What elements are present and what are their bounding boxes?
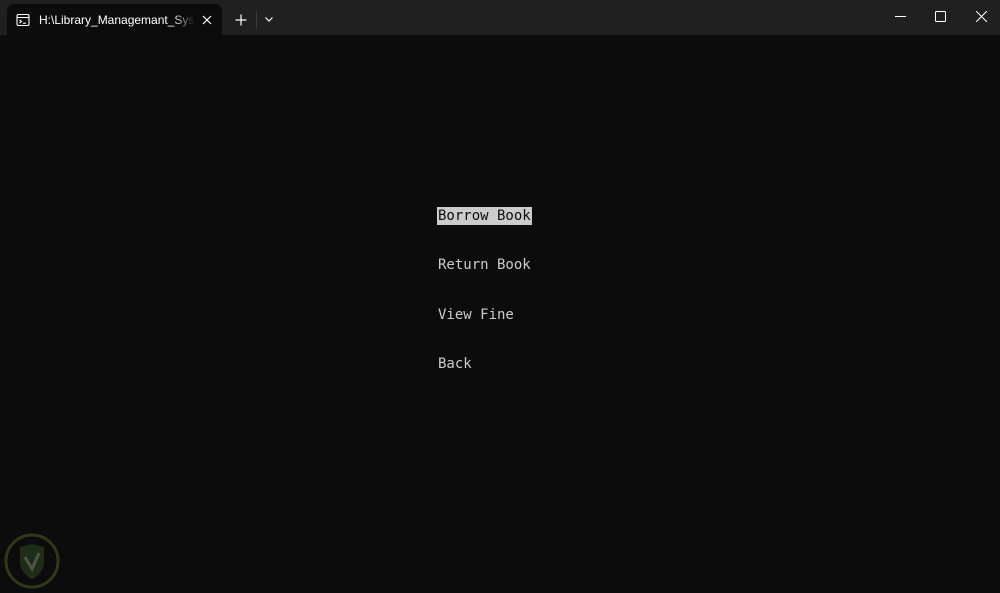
minimize-icon xyxy=(895,16,906,17)
close-icon xyxy=(976,11,987,22)
menu-item-view-fine[interactable]: View Fine xyxy=(437,306,515,324)
title-bar: H:\Library_Managemant_System xyxy=(0,0,1000,35)
tab-title: H:\Library_Managemant_System xyxy=(39,13,195,27)
shield-watermark-icon xyxy=(4,533,60,589)
menu-item-back[interactable]: Back xyxy=(437,355,473,373)
maximize-button[interactable] xyxy=(917,0,963,33)
menu-item-borrow-book[interactable]: Borrow Book xyxy=(437,207,532,225)
maximize-icon xyxy=(935,11,946,22)
menu-item-return-book[interactable]: Return Book xyxy=(437,256,532,274)
tab-library-management[interactable]: H:\Library_Managemant_System xyxy=(7,4,222,35)
terminal-output[interactable]: Borrow Book Return Book View Fine Back xyxy=(0,35,1000,593)
close-icon[interactable] xyxy=(199,12,215,28)
plus-icon[interactable] xyxy=(229,8,253,32)
close-window-button[interactable] xyxy=(958,0,1000,33)
chevron-down-icon[interactable] xyxy=(260,10,278,28)
terminal-icon xyxy=(16,13,30,27)
tab-divider xyxy=(256,11,257,28)
terminal-window: H:\Library_Managemant_System xyxy=(0,0,1000,593)
